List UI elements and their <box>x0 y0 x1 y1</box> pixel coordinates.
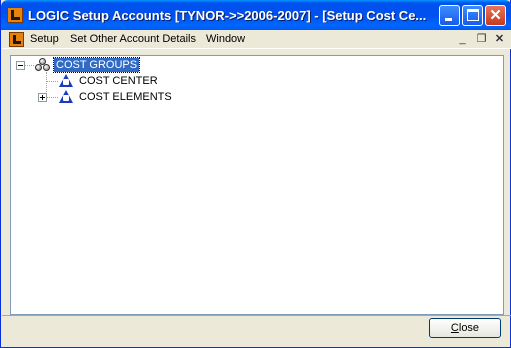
mdi-close-icon[interactable]: ✕ <box>492 32 507 46</box>
logic-app-icon[interactable] <box>7 7 23 23</box>
close-icon: ✕ <box>489 7 502 24</box>
menu-window[interactable]: Window <box>206 33 245 45</box>
close-button-mnemonic: C <box>450 322 459 334</box>
tree-node-cost-elements[interactable]: COST ELEMENTS <box>77 90 174 104</box>
triangle-icon <box>59 90 73 103</box>
tree-connector <box>24 65 34 66</box>
close-window-button[interactable]: ✕ <box>485 5 506 26</box>
minimize-button[interactable] <box>439 5 460 26</box>
cost-groups-tree[interactable]: COST GROUPS COST CENTER COST ELEMENTS <box>10 55 504 315</box>
divider <box>2 315 511 316</box>
collapse-toggle[interactable] <box>16 61 25 70</box>
mdi-minimize-icon[interactable]: _ <box>455 32 470 46</box>
menu-set-other-account-details[interactable]: Set Other Account Details <box>70 33 196 45</box>
window-title: LOGIC Setup Accounts [TYNOR->>2006-2007]… <box>28 8 427 23</box>
close-button-label: lose <box>458 322 480 334</box>
tree-node-cost-groups[interactable]: COST GROUPS <box>52 57 141 73</box>
close-button[interactable]: Close <box>429 318 501 338</box>
maximize-icon <box>467 9 479 21</box>
expand-toggle[interactable] <box>38 93 47 102</box>
menu-bar: Setup Set Other Account Details Window _… <box>2 30 511 49</box>
tree-connector <box>46 97 58 98</box>
menu-setup[interactable]: Setup <box>30 33 59 45</box>
maximize-button[interactable] <box>462 5 483 26</box>
tree-node-cost-center[interactable]: COST CENTER <box>77 74 160 88</box>
mdi-child-icon[interactable] <box>9 32 24 47</box>
minimize-icon <box>445 18 452 21</box>
triangle-icon <box>59 74 73 87</box>
title-bar[interactable]: LOGIC Setup Accounts [TYNOR->>2006-2007]… <box>1 0 511 30</box>
group-icon <box>35 58 51 72</box>
tree-connector <box>46 81 58 82</box>
main-window: LOGIC Setup Accounts [TYNOR->>2006-2007]… <box>0 0 511 348</box>
mdi-restore-icon[interactable]: ❐ <box>474 32 489 46</box>
